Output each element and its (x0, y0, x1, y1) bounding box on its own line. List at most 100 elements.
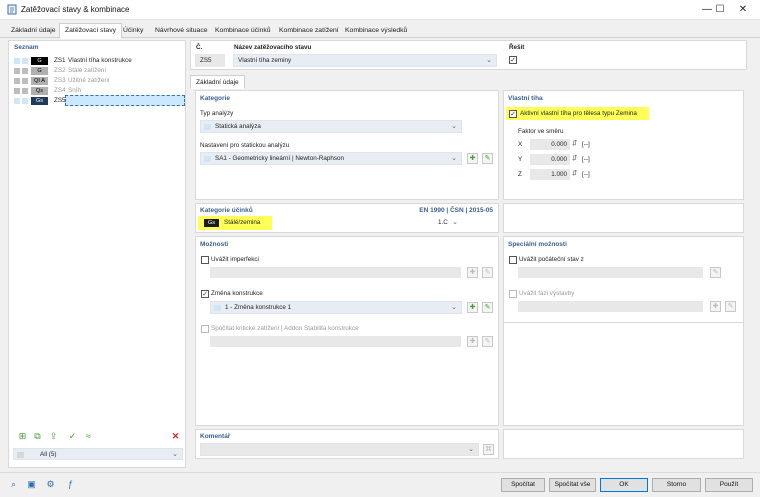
list-item-badge: G (31, 67, 48, 75)
structure-change-checkbox[interactable]: ✓ (201, 290, 209, 298)
settings-icon[interactable]: ⚙ (44, 478, 57, 491)
list-panel: Seznam G ZS1 Vlastní tíha konstrukce G ZS2 St… (8, 40, 186, 468)
spin-arrows-icon[interactable]: ⇵ (572, 140, 577, 147)
factor-input[interactable]: 1.000 (530, 169, 570, 180)
name-label: Název zatěžovacího stavu (234, 44, 312, 51)
edit-phase-button[interactable]: ✎ (725, 301, 736, 312)
selfweight-option: Aktivní vlastní tíha pro tělesa typu Zem… (520, 110, 637, 117)
construction-phase-checkbox[interactable] (509, 290, 517, 298)
main-tabs: Základní údaje Zatěžovací stavy Účinky N… (0, 21, 760, 39)
list-item[interactable]: G ZS1 Vlastní tíha konstrukce (14, 56, 184, 66)
comment-panel: Komentář ⌄ ⌘ (195, 429, 499, 459)
no-field[interactable]: ZS5 (195, 54, 225, 67)
factor-axis: Z (518, 171, 522, 178)
analysis-swatch (204, 124, 211, 130)
list-item[interactable]: G ZS2 Stálé zatížení (14, 66, 184, 76)
new-critical-button[interactable]: ✚ (467, 336, 478, 347)
initial-state-checkbox[interactable] (509, 256, 517, 264)
special-title: Speciální možnosti (508, 241, 567, 248)
actions-select[interactable]: Gs Stálé/zemina 1.C ⌄ (200, 217, 462, 230)
spin-arrows-icon[interactable]: ⇵ (572, 155, 577, 162)
analysis-type-select[interactable]: Statická analýza ⌄ (200, 120, 462, 133)
list-item-badge: Qs (31, 87, 48, 95)
factor-input[interactable]: 0.000 (530, 154, 570, 165)
list-item-code: ZS2 (54, 67, 66, 74)
list-item-badge: QI A (31, 77, 48, 85)
tab-load-cases[interactable]: Zatěžovací stavy (59, 23, 122, 39)
list-item-marker (14, 88, 20, 94)
tab-design-situations[interactable]: Návrhové situace (150, 24, 213, 38)
spin-arrows-icon[interactable]: ⇵ (572, 170, 577, 177)
options-title: Možnosti (200, 241, 229, 248)
new-phase-button[interactable]: ✚ (710, 301, 721, 312)
list-item-name: Užitné zatížení (68, 77, 110, 84)
factor-axis: X (518, 141, 523, 148)
comment-field[interactable]: ⌄ (200, 443, 479, 456)
import-icon[interactable]: ⇪ (47, 430, 60, 443)
critical-load-checkbox[interactable] (201, 325, 209, 333)
factor-input[interactable]: 0.000 (530, 139, 570, 150)
edit-critical-button[interactable]: ✎ (482, 336, 493, 347)
search-icon[interactable]: ⌕ (7, 478, 20, 491)
calculate-button[interactable]: Spočítat (501, 478, 545, 492)
structure-change-value: 1 - Změna konstrukce 1 (225, 304, 292, 311)
apply-button[interactable]: Použít (705, 478, 753, 492)
app-icon (7, 4, 17, 15)
factor-row: X 0.000 ⇵ [--] (504, 139, 734, 151)
subtab-basic[interactable]: Základní údaje (190, 75, 245, 89)
footer: ⌕ ▣ ⚙ ƒ Spočítat Spočítat vše OK Storno … (0, 472, 760, 497)
actions-value: Stálé/zemina (224, 219, 261, 226)
uncheck-icon[interactable]: ≈ (82, 430, 95, 443)
list-item[interactable]: QI A ZS3 Užitné zatížení (14, 76, 184, 86)
comment-title: Komentář (200, 433, 231, 440)
filter-value: All (5) (40, 451, 57, 458)
edit-initial-state-button[interactable]: ✎ (710, 267, 721, 278)
edit-imperfection-button[interactable]: ✎ (482, 267, 493, 278)
filter-select[interactable]: All (5) ⌄ (13, 448, 183, 460)
units-icon[interactable]: ▣ (25, 478, 38, 491)
actions-panel: Kategorie účinků EN 1990 | ČSN | 2015-05… (195, 203, 499, 233)
function-icon[interactable]: ƒ (64, 478, 77, 491)
name-field[interactable]: Vlastní tíha zeminy ⌄ (233, 54, 497, 67)
list-item-code: ZS3 (54, 77, 66, 84)
tab-result-combinations[interactable]: Kombinace výsledků (340, 24, 412, 38)
static-settings-value: SA1 - Geometricky lineární | Newton-Raph… (215, 155, 345, 162)
cancel-button[interactable]: Storno (652, 478, 701, 492)
new-icon[interactable]: ⊞ (16, 430, 29, 443)
special-panel: Speciální možnosti Uvážit počáteční stav… (503, 236, 744, 426)
structure-change-select[interactable]: 1 - Změna konstrukce 1 ⌄ (210, 301, 462, 314)
list-item-marker (22, 78, 28, 84)
static-settings-select[interactable]: SA1 - Geometricky lineární | Newton-Raph… (200, 152, 462, 165)
factor-label: Faktor ve směru (518, 128, 564, 135)
chevron-down-icon: ⌄ (486, 57, 492, 64)
tab-action-combinations[interactable]: Kombinace účinků (210, 24, 276, 38)
header-panel: Č. ZS5 Název zatěžovacího stavu Vlastní … (190, 40, 747, 70)
no-label: Č. (196, 44, 203, 51)
factor-unit: [--] (582, 171, 590, 178)
tab-actions[interactable]: Účinky (118, 24, 148, 38)
list-item-badge: G (31, 57, 48, 65)
delete-icon[interactable]: ✕ (169, 430, 182, 443)
tab-basic[interactable]: Základní údaje (6, 24, 61, 38)
list-title: Seznam (14, 44, 39, 51)
solve-checkbox[interactable]: ✓ (509, 56, 517, 64)
calculate-all-button[interactable]: Spočítat vše (549, 478, 596, 492)
imperfection-checkbox[interactable] (201, 256, 209, 264)
copy-icon[interactable]: ⧉ (31, 430, 44, 443)
close-button[interactable]: ✕ (726, 0, 760, 20)
new-structure-button[interactable]: ✚ (467, 302, 478, 313)
comment-library-button[interactable]: ⌘ (483, 444, 494, 455)
edit-settings-button[interactable]: ✎ (482, 153, 493, 164)
analysis-type-value: Statická analýza (215, 123, 261, 130)
construction-phase-label: Uvážit fázi výstavby (519, 290, 575, 297)
selfweight-checkbox[interactable]: ✓ (509, 110, 517, 118)
actions-badge: Gs (204, 219, 219, 227)
factor-unit: [--] (582, 141, 590, 148)
ok-button[interactable]: OK (600, 478, 648, 492)
new-settings-button[interactable]: ✚ (467, 153, 478, 164)
new-imperfection-button[interactable]: ✚ (467, 267, 478, 278)
factor-row: Y 0.000 ⇵ [--] (504, 154, 734, 166)
tab-load-combinations[interactable]: Kombinace zatížení (274, 24, 344, 38)
check-all-icon[interactable]: ✓ (66, 430, 79, 443)
edit-structure-button[interactable]: ✎ (482, 302, 493, 313)
